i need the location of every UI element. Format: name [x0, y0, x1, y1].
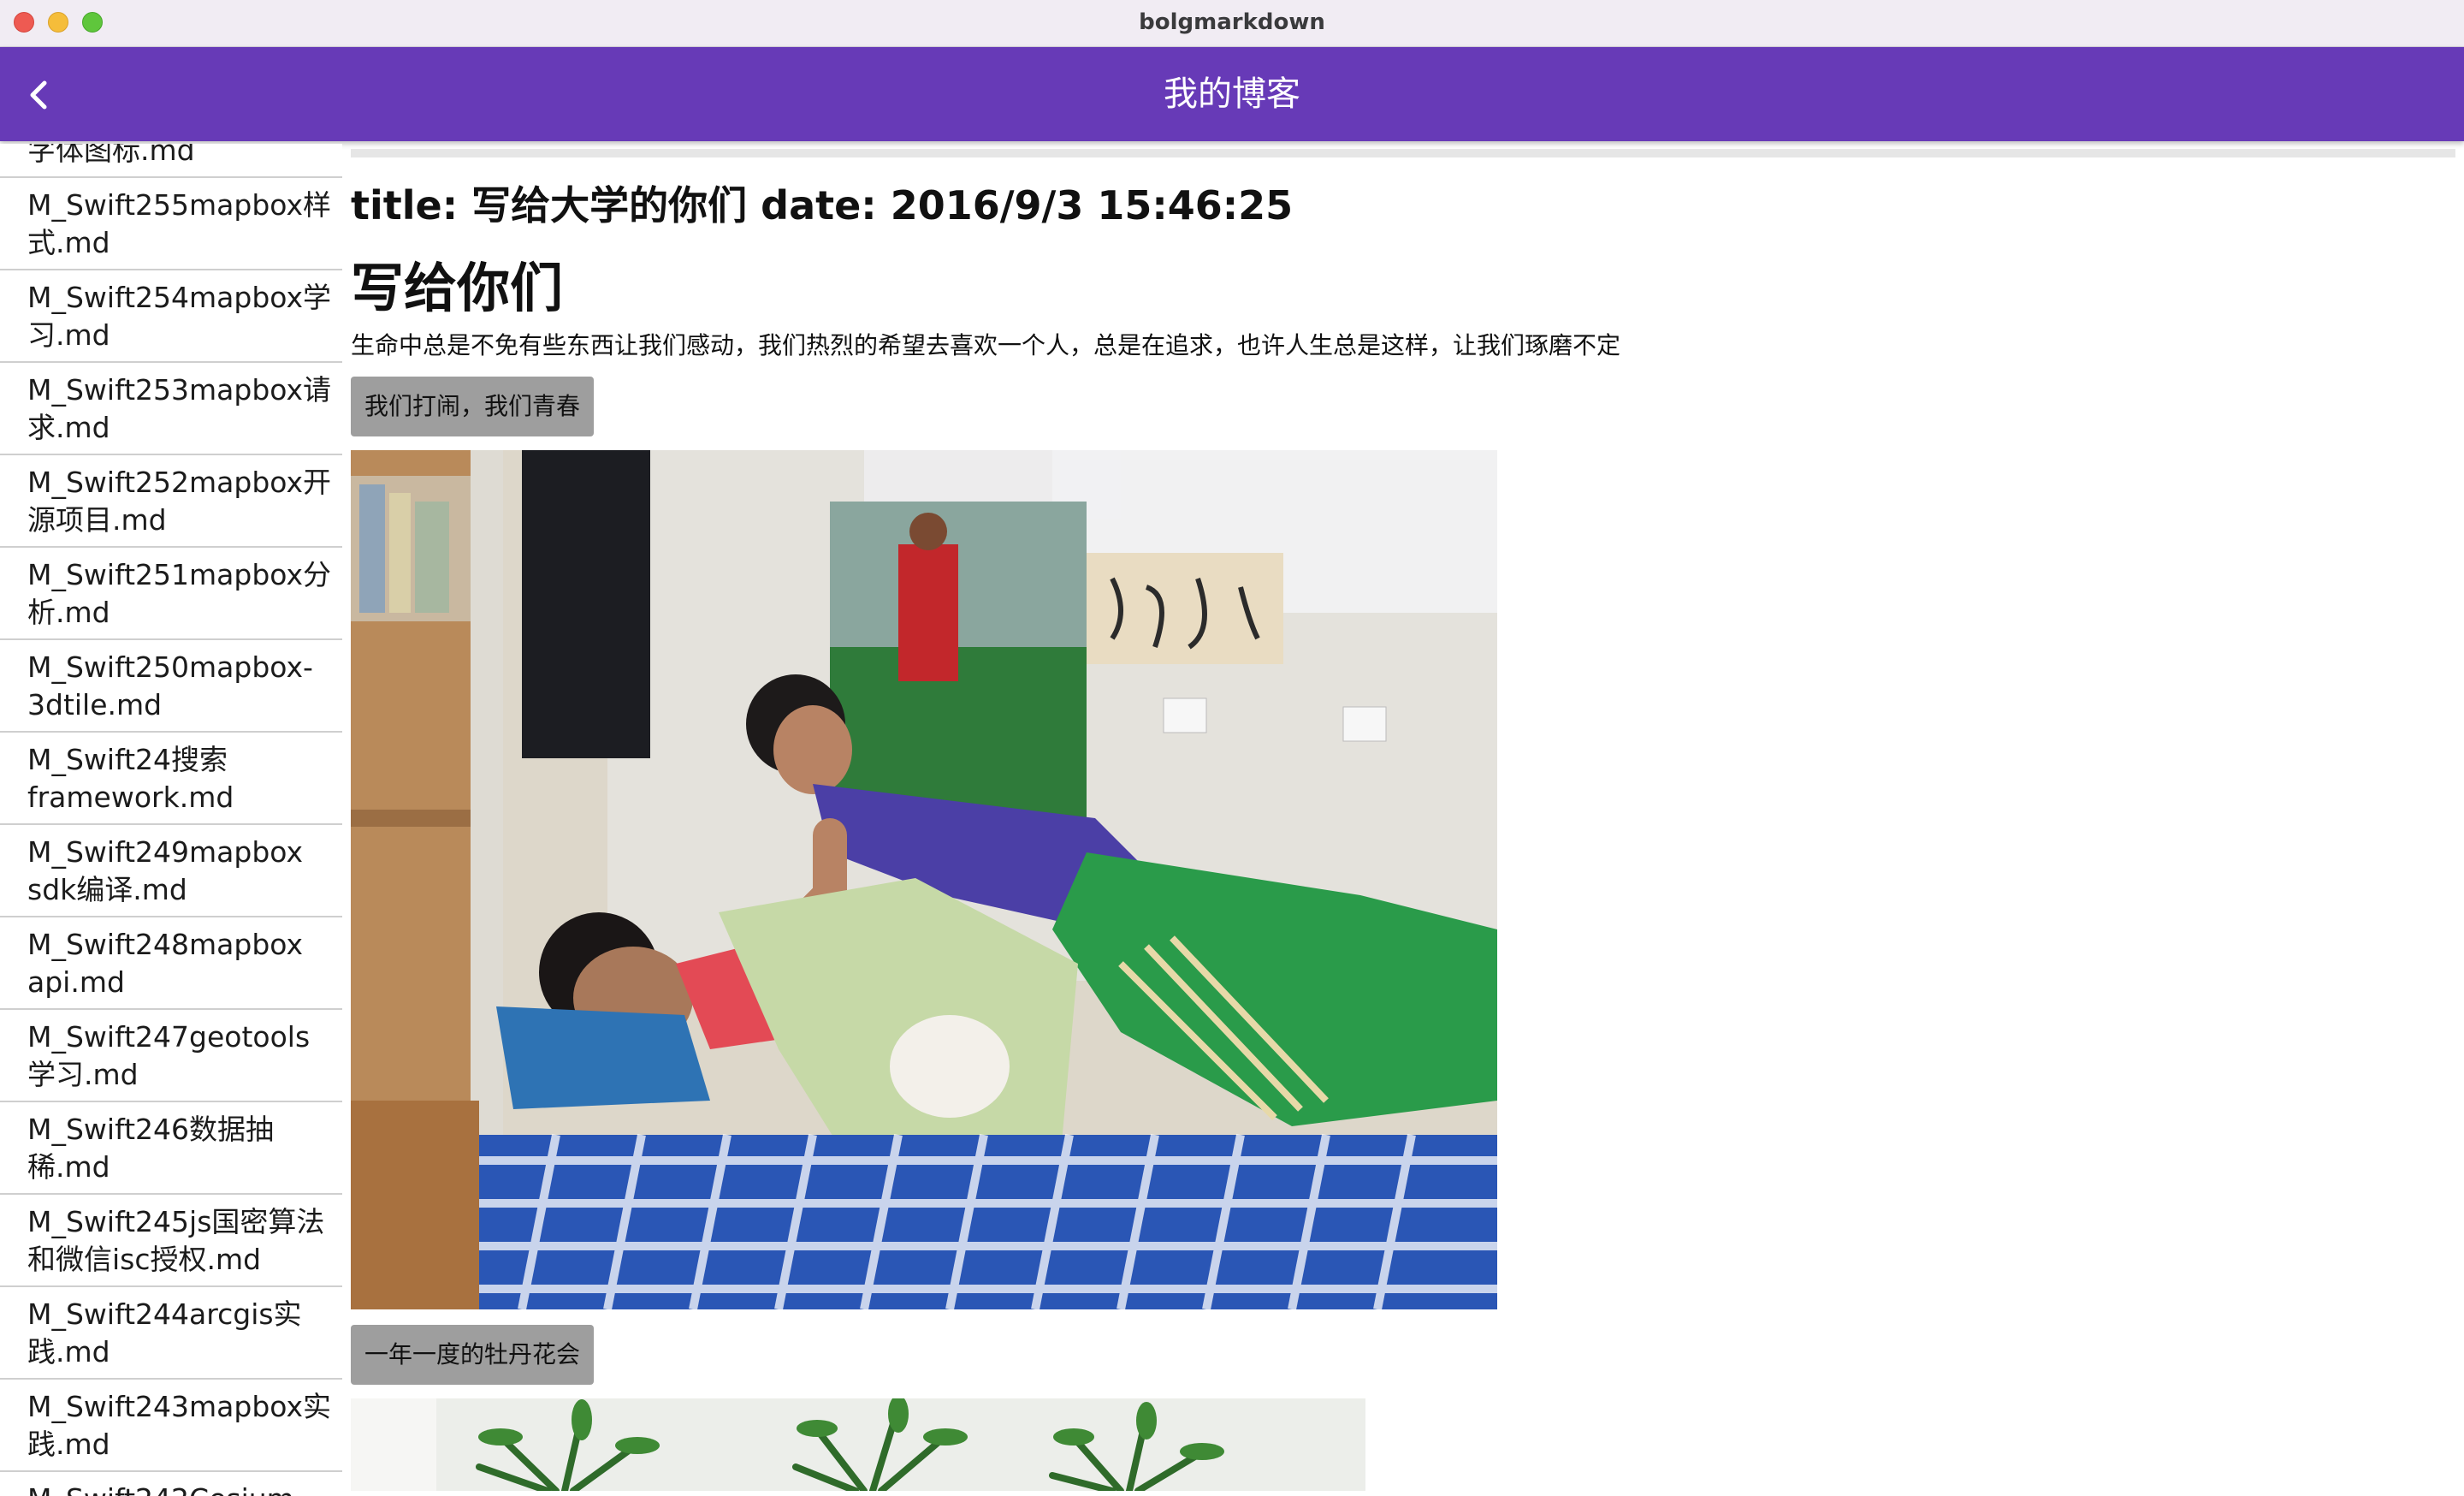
page-title: 我的博客 [1164, 74, 1300, 114]
app-window: bolgmarkdown 我的博客 字体图标.md M_Swift255mapb… [0, 0, 2464, 1496]
sidebar-item[interactable]: M_Swift244arcgis实践.md [0, 1287, 342, 1380]
sidebar-item[interactable]: M_Swift247geotools学习.md [0, 1010, 342, 1102]
app-bar: 我的博客 [0, 47, 2464, 141]
sidebar-item[interactable]: M_Swift242Cesium [0, 1472, 342, 1496]
sidebar-item[interactable]: M_Swift246数据抽稀.md [0, 1102, 342, 1195]
horizontal-rule [351, 149, 2455, 157]
post-heading: 写给你们 [351, 257, 564, 319]
sidebar-item[interactable]: 字体图标.md [0, 144, 342, 178]
sidebar-item[interactable]: M_Swift250mapbox-3dtile.md [0, 640, 342, 733]
sidebar-item[interactable]: M_Swift24搜索framework.md [0, 733, 342, 825]
post-intro-text: 生命中总是不免有些东西让我们感动，我们热烈的希望去喜欢一个人，总是在追求，也许人… [351, 331, 1621, 359]
image-caption: 一年一度的牡丹花会 [351, 1325, 595, 1385]
sidebar-item[interactable]: M_Swift251mapbox分析.md [0, 548, 342, 640]
window-titlebar: bolgmarkdown [0, 0, 2464, 47]
peony-photo [351, 1398, 1365, 1491]
sidebar-item[interactable]: M_Swift252mapbox开源项目.md [0, 455, 342, 548]
sidebar-list: 字体图标.md M_Swift255mapbox样式.md M_Swift254… [0, 144, 342, 1496]
post-meta-title: title: 写给大学的你们 date: 2016/9/3 15:46:25 [351, 182, 1294, 229]
markdown-content[interactable]: title: 写给大学的你们 date: 2016/9/3 15:46:25 写… [351, 144, 2461, 1496]
window-title: bolgmarkdown [1139, 9, 1325, 35]
sidebar-file-list[interactable]: 字体图标.md M_Swift255mapbox样式.md M_Swift254… [0, 144, 342, 1496]
sidebar-item[interactable]: M_Swift245js国密算法和微信isc授权.md [0, 1195, 342, 1287]
sidebar-item[interactable]: M_Swift255mapbox样式.md [0, 178, 342, 270]
sidebar-item[interactable]: M_Swift243mapbox实践.md [0, 1380, 342, 1472]
sidebar-item[interactable]: M_Swift253mapbox请求.md [0, 363, 342, 455]
image-caption: 我们打闹，我们青春 [351, 377, 595, 436]
sidebar-item[interactable]: M_Swift248mapbox api.md [0, 917, 342, 1010]
peony-photo-illustration [351, 1398, 1365, 1491]
sidebar-item[interactable]: M_Swift249mapbox sdk编译.md [0, 825, 342, 917]
dorm-photo [351, 450, 1497, 1309]
dorm-photo-illustration [351, 450, 1497, 1309]
sidebar-item[interactable]: M_Swift254mapbox学习.md [0, 270, 342, 363]
